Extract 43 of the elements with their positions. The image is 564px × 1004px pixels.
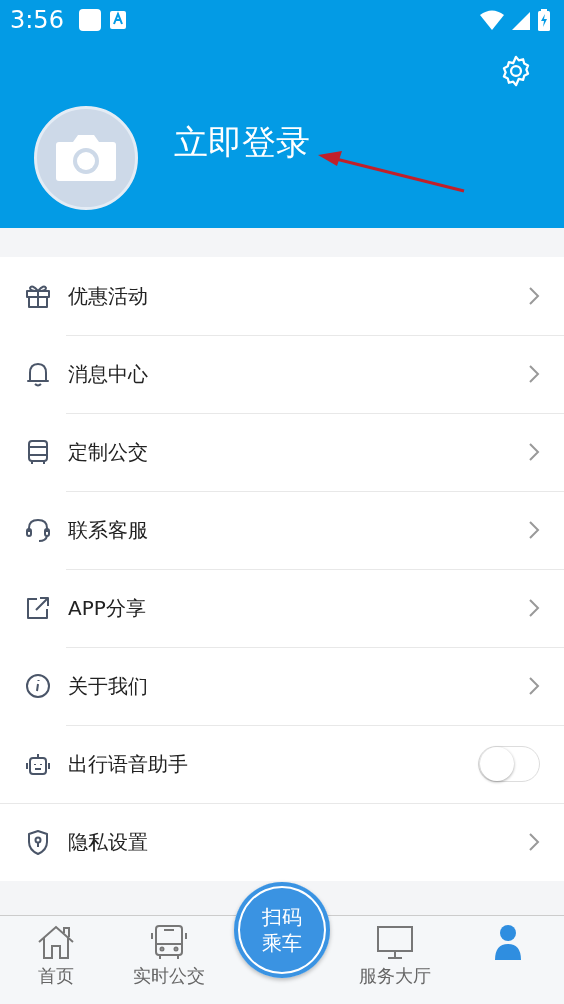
menu-label: APP分享 [68, 594, 146, 622]
tab-icon [374, 924, 415, 960]
chevron-icon [528, 676, 540, 696]
chevron-icon [528, 442, 540, 462]
menu-icon [24, 594, 52, 622]
menu-label: 出行语音助手 [68, 750, 188, 778]
signal-icon [512, 10, 530, 30]
chevron-icon [528, 832, 540, 852]
menu-label: 定制公交 [68, 438, 148, 466]
tab-label: 首页 [38, 964, 75, 988]
chevron-icon [528, 364, 540, 384]
chevron-icon [528, 286, 540, 306]
menu-item[interactable]: 关于我们 [0, 647, 564, 725]
menu-icon [24, 516, 52, 544]
menu-item[interactable]: 优惠活动 [0, 257, 564, 335]
toggle-switch[interactable] [478, 746, 540, 782]
tab-item[interactable]: 服务大厅 [338, 916, 452, 1004]
tab-icon [149, 924, 190, 960]
tab-label: 实时公交 [133, 964, 206, 988]
menu-icon [24, 672, 52, 700]
menu-label: 联系客服 [68, 516, 148, 544]
menu-item[interactable]: 消息中心 [0, 335, 564, 413]
menu-label: 隐私设置 [68, 828, 148, 856]
wifi-icon [480, 10, 504, 30]
menu-label: 优惠活动 [68, 282, 148, 310]
menu-item[interactable]: 联系客服 [0, 491, 564, 569]
menu-item[interactable]: 定制公交 [0, 413, 564, 491]
tab-item[interactable]: 首页 [0, 916, 113, 1004]
menu-label: 关于我们 [68, 672, 148, 700]
chevron-icon [528, 520, 540, 540]
camera-icon [55, 134, 117, 182]
notification-icon [77, 8, 102, 32]
menu-item[interactable]: 隐私设置 [0, 803, 564, 881]
battery-icon [538, 9, 550, 31]
menu-icon [24, 360, 52, 388]
status-time: 3:56 [10, 6, 64, 34]
chevron-icon [528, 598, 540, 618]
menu-item[interactable]: APP分享 [0, 569, 564, 647]
keyboard-icon [109, 11, 126, 29]
menu-item[interactable]: 出行语音助手 [0, 725, 564, 803]
tab-label: 服务大厅 [358, 964, 431, 988]
tab-item[interactable]: 实时公交 [112, 916, 226, 1004]
menu-label: 消息中心 [68, 360, 148, 388]
